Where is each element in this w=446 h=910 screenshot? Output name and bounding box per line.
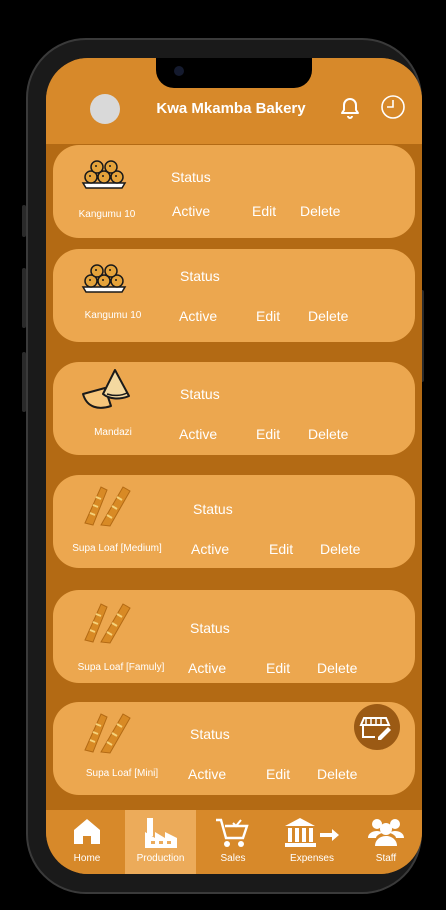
- nav-item-staff[interactable]: Staff: [356, 810, 416, 874]
- product-name: Kangumu 10: [78, 209, 136, 220]
- nav-item-expenses[interactable]: Expenses: [272, 810, 352, 874]
- bell-icon[interactable]: [338, 96, 362, 120]
- status-label: Status: [180, 268, 220, 284]
- edit-button[interactable]: Edit: [252, 203, 276, 219]
- delete-button[interactable]: Delete: [317, 766, 357, 782]
- front-camera: [174, 66, 184, 76]
- nav-item-sales[interactable]: Sales: [198, 810, 268, 874]
- app-screen: Kwa Mkamba Bakery Kangumu 10 Status Active…: [46, 58, 422, 874]
- delete-button[interactable]: Delete: [308, 308, 348, 324]
- product-card: Mandazi Status Active Edit Delete: [53, 362, 415, 455]
- status-label: Status: [190, 620, 230, 636]
- loaf-icon: [81, 483, 135, 532]
- nav-item-home[interactable]: Home: [52, 810, 122, 874]
- loaf-icon: [81, 600, 135, 649]
- product-card: Supa Loaf [Medium] Status Active Edit Delete: [53, 475, 415, 568]
- product-name: Supa Loaf [Mini]: [85, 768, 159, 779]
- edit-button[interactable]: Edit: [266, 660, 290, 676]
- loaf-icon: [81, 710, 135, 759]
- nav-label-home: Home: [73, 853, 101, 864]
- active-toggle[interactable]: Active: [191, 541, 229, 557]
- delete-button[interactable]: Delete: [300, 203, 340, 219]
- status-label: Status: [190, 726, 230, 742]
- mute-switch: [22, 205, 26, 237]
- active-toggle[interactable]: Active: [179, 308, 217, 324]
- volume-down-button: [22, 352, 26, 412]
- edit-button[interactable]: Edit: [256, 426, 280, 442]
- active-toggle[interactable]: Active: [172, 203, 210, 219]
- delete-button[interactable]: Delete: [317, 660, 357, 676]
- delete-button[interactable]: Delete: [308, 426, 348, 442]
- nav-label-sales: Sales: [220, 853, 246, 864]
- factory-icon: [144, 818, 177, 848]
- status-label: Status: [171, 169, 211, 185]
- active-toggle[interactable]: Active: [179, 426, 217, 442]
- mandazi-icon: [79, 366, 133, 419]
- bank-icon: [285, 818, 339, 847]
- status-label: Status: [193, 501, 233, 517]
- nav-item-production[interactable]: Production: [125, 810, 196, 874]
- store-edit-button[interactable]: [354, 704, 400, 750]
- page-title: Kwa Mkamba Bakery: [156, 100, 306, 117]
- kangumu-icon: [79, 261, 129, 300]
- product-name: Kangumu 10: [84, 310, 142, 321]
- clock-icon[interactable]: [380, 94, 406, 120]
- staff-icon: [368, 819, 404, 846]
- store-edit-icon: [359, 717, 391, 740]
- product-card: Supa Loaf [Famuly] Status Active Edit Delete: [53, 590, 415, 683]
- product-name: Supa Loaf [Medium]: [72, 543, 162, 554]
- product-card: Kangumu 10 Status Active Edit Delete: [53, 249, 415, 342]
- home-icon: [74, 819, 100, 844]
- volume-up-button: [22, 268, 26, 328]
- active-toggle[interactable]: Active: [188, 766, 226, 782]
- nav-label-expenses: Expenses: [290, 853, 334, 864]
- status-label: Status: [180, 386, 220, 402]
- edit-button[interactable]: Edit: [269, 541, 293, 557]
- edit-button[interactable]: Edit: [266, 766, 290, 782]
- product-name: Supa Loaf [Famuly]: [77, 662, 165, 673]
- active-toggle[interactable]: Active: [188, 660, 226, 676]
- delete-button[interactable]: Delete: [320, 541, 360, 557]
- nav-label-staff: Staff: [375, 853, 397, 864]
- edit-button[interactable]: Edit: [256, 308, 280, 324]
- nav-label-production: Production: [136, 853, 185, 864]
- product-name: Mandazi: [94, 427, 132, 438]
- product-card: Kangumu 10 Status Active Edit Delete: [53, 145, 415, 238]
- avatar[interactable]: [90, 94, 120, 124]
- kangumu-icon: [79, 157, 129, 196]
- cart-icon: [216, 818, 249, 847]
- bottom-nav: Home Production Sales Expenses Staff: [46, 810, 422, 874]
